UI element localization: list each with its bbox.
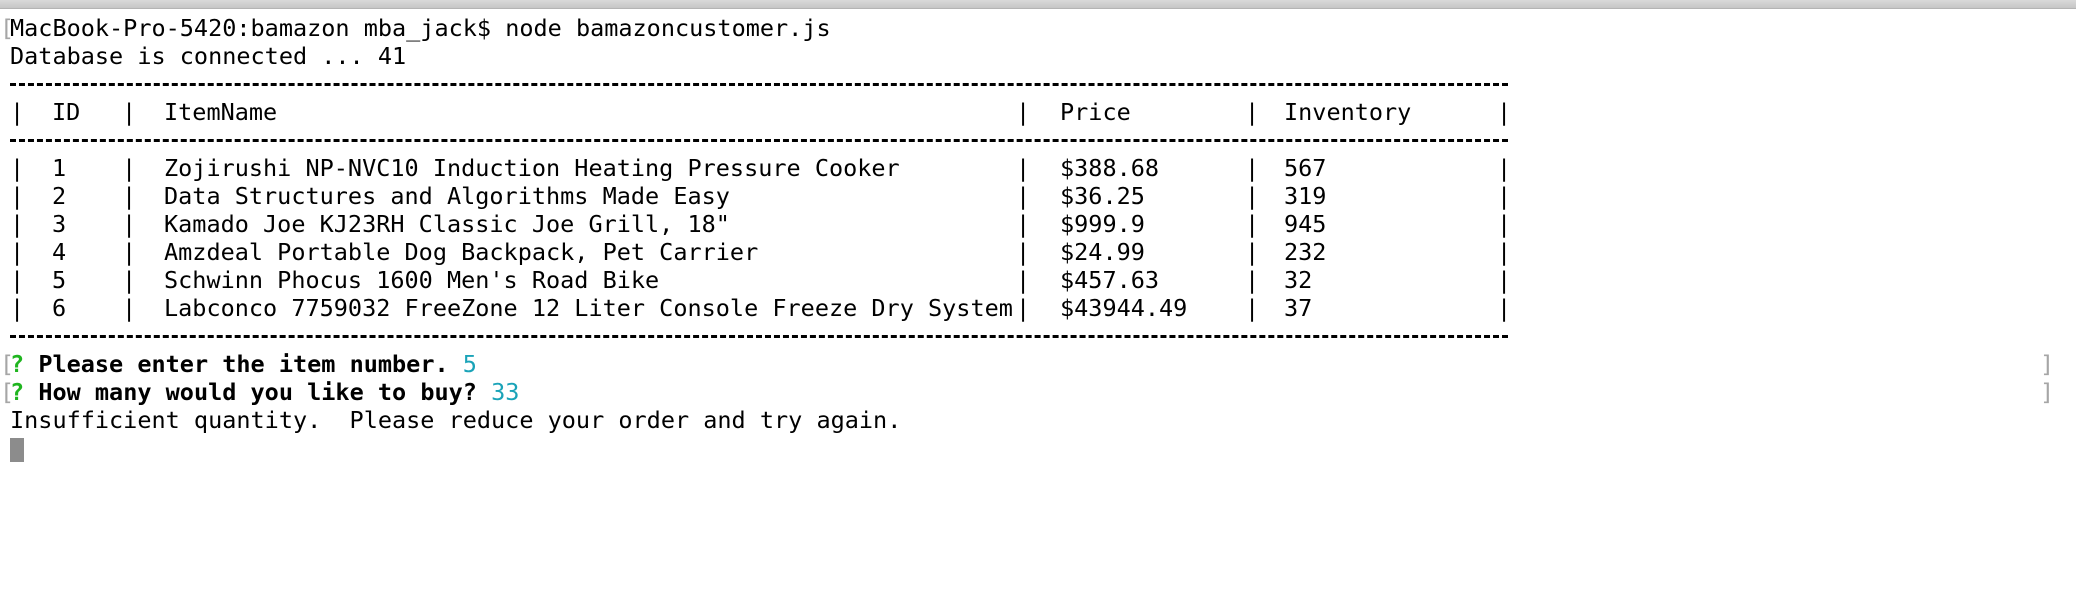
shell-prompt: MacBook-Pro-5420:bamazon mba_jack$ — [10, 14, 492, 42]
cell-id: 3 — [52, 210, 67, 238]
header-inventory: Inventory — [1284, 98, 1412, 126]
cell-inventory: 319 — [1284, 182, 1327, 210]
cell-inventory: 567 — [1284, 154, 1327, 182]
cell-itemname: Schwinn Phocus 1600 Men's Road Bike — [164, 266, 660, 294]
cell-price: $24.99 — [1060, 238, 1145, 266]
cell-id: 1 — [52, 154, 67, 182]
table-row: | 6 | Labconco 7759032 FreeZone 12 Liter… — [10, 294, 1512, 322]
question-text: How many would you like to buy? — [38, 378, 477, 406]
result-message: Insufficient quantity. Please reduce you… — [10, 406, 902, 434]
cell-price: $457.63 — [1060, 266, 1160, 294]
line-marker: [ — [0, 350, 15, 378]
line-marker-right: ] — [2040, 378, 2055, 406]
header-itemname: ItemName — [164, 98, 278, 126]
table-row: | 4 | Amzdeal Portable Dog Backpack, Pet… — [10, 238, 1512, 266]
table-bottom-border — [0, 322, 2076, 350]
cell-inventory: 37 — [1284, 294, 1313, 322]
cell-inventory: 32 — [1284, 266, 1313, 294]
terminal-output[interactable]: [MacBook-Pro-5420:bamazon mba_jack$ node… — [0, 14, 2076, 462]
table-top-border — [0, 70, 2076, 98]
cell-price: $999.9 — [1060, 210, 1145, 238]
window-title-bar — [0, 0, 2076, 9]
cell-id: 4 — [52, 238, 67, 266]
db-status-line: Database is connected ... 41 — [10, 42, 407, 70]
cell-id: 5 — [52, 266, 67, 294]
table-row: | 2 | Data Structures and Algorithms Mad… — [10, 182, 1512, 210]
question-line: [? How many would you like to buy? 33] — [0, 378, 2076, 406]
table-row: | 1 | Zojirushi NP-NVC10 Induction Heati… — [10, 154, 1512, 182]
table-row: | 5 | Schwinn Phocus 1600 Men's Road Bik… — [10, 266, 1512, 294]
line-marker-right: ] — [2040, 350, 2055, 378]
cursor-line[interactable] — [0, 434, 2076, 462]
table-row: | 3 | Kamado Joe KJ23RH Classic Joe Gril… — [10, 210, 1512, 238]
shell-command: node bamazoncustomer.js — [505, 14, 831, 42]
cell-itemname: Data Structures and Algorithms Made Easy — [164, 182, 730, 210]
table-header-row: | ID | ItemName | Price | Inventory | — [10, 98, 1512, 126]
question-answer: 5 — [462, 350, 477, 378]
cell-id: 2 — [52, 182, 67, 210]
table-header-border — [0, 126, 2076, 154]
cell-price: $36.25 — [1060, 182, 1145, 210]
line-marker: [ — [0, 378, 15, 406]
cell-id: 6 — [52, 294, 67, 322]
cell-itemname: Kamado Joe KJ23RH Classic Joe Grill, 18" — [164, 210, 730, 238]
text-cursor — [10, 438, 24, 462]
cell-price: $388.68 — [1060, 154, 1160, 182]
line-marker: [ — [0, 14, 15, 42]
header-id: ID — [52, 98, 81, 126]
cell-price: $43944.49 — [1060, 294, 1188, 322]
cell-itemname: Zojirushi NP-NVC10 Induction Heating Pre… — [164, 154, 900, 182]
cell-itemname: Amzdeal Portable Dog Backpack, Pet Carri… — [164, 238, 759, 266]
cell-itemname: Labconco 7759032 FreeZone 12 Liter Conso… — [164, 294, 1013, 322]
cell-inventory: 232 — [1284, 238, 1327, 266]
cell-inventory: 945 — [1284, 210, 1327, 238]
header-price: Price — [1060, 98, 1131, 126]
question-text: Please enter the item number. — [38, 350, 449, 378]
command-line: [MacBook-Pro-5420:bamazon mba_jack$ node… — [0, 14, 2076, 42]
question-line: [? Please enter the item number. 5] — [0, 350, 2076, 378]
question-answer: 33 — [491, 378, 520, 406]
